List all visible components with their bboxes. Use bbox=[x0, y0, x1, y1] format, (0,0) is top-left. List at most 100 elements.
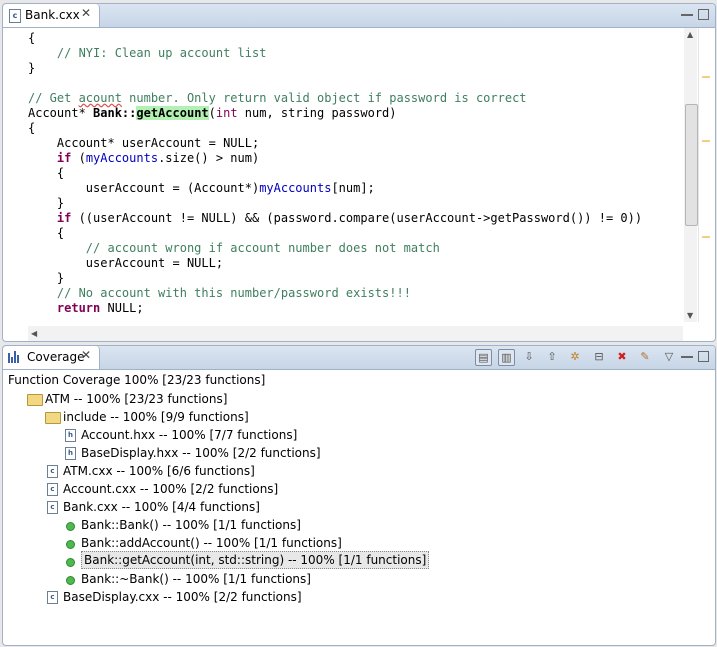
code-token: ( bbox=[208, 106, 216, 120]
coverage-tab-bar: Coverage ✕ ▤ ▥ ⇩ ⇧ ✲ ⊟ ✖ ✎ ▽ bbox=[3, 346, 715, 370]
scroll-down-icon[interactable]: ▼ bbox=[687, 311, 693, 320]
code-line[interactable]: if ((userAccount != NULL) && (password.c… bbox=[28, 211, 678, 226]
coverage-view: Coverage ✕ ▤ ▥ ⇩ ⇧ ✲ ⊟ ✖ ✎ ▽ Function Coverage 1… bbox=[2, 345, 716, 646]
tree-item-label: Bank::~Bank() -- 100% [1/1 functions] bbox=[81, 572, 311, 586]
function-covered-icon bbox=[66, 522, 75, 531]
code-token: return bbox=[56, 301, 101, 315]
tree-item-label: Account.hxx -- 100% [7/7 functions] bbox=[81, 428, 298, 442]
code-token: { bbox=[28, 121, 36, 135]
editor-view: c Bank.cxx ✕ { // NYI: Clean up account … bbox=[2, 3, 716, 342]
code-line[interactable]: { bbox=[28, 226, 678, 241]
code-editor[interactable]: { // NYI: Clean up account list} // Get a… bbox=[28, 31, 678, 321]
next-button[interactable]: ⇩ bbox=[521, 349, 537, 365]
code-line[interactable]: userAccount = (Account*)myAccounts[num]; bbox=[28, 181, 678, 196]
maximize-icon[interactable] bbox=[698, 9, 709, 20]
code-token: ( bbox=[71, 151, 86, 165]
close-icon[interactable]: ✕ bbox=[81, 348, 91, 362]
show-lines-button[interactable]: ▥ bbox=[498, 349, 515, 366]
code-line[interactable]: // Get acount number. Only return valid … bbox=[28, 91, 678, 106]
function-covered-icon bbox=[66, 558, 75, 567]
code-line[interactable]: { bbox=[28, 31, 678, 46]
code-token: if bbox=[56, 151, 72, 165]
settings-button[interactable]: ✲ bbox=[567, 349, 583, 365]
editor-tab-bar: c Bank.cxx ✕ bbox=[3, 4, 715, 28]
tab-coverage[interactable]: Coverage ✕ bbox=[3, 346, 100, 369]
horizontal-scrollbar[interactable]: ◀ bbox=[28, 326, 683, 341]
header-file-icon: h bbox=[65, 447, 76, 460]
code-token: { bbox=[28, 166, 65, 180]
code-token: if bbox=[56, 211, 72, 225]
overview-mark[interactable] bbox=[702, 76, 710, 78]
minimize-icon[interactable] bbox=[681, 9, 693, 16]
overview-mark[interactable] bbox=[702, 140, 710, 142]
editor-tab-label: Bank.cxx bbox=[25, 8, 80, 22]
code-line[interactable]: return NULL; bbox=[28, 301, 678, 316]
code-line[interactable]: userAccount = NULL; bbox=[28, 256, 678, 271]
tree-item-label: Bank::addAccount() -- 100% [1/1 function… bbox=[81, 536, 342, 550]
tree-item-label: BaseDisplay.cxx -- 100% [2/2 functions] bbox=[63, 590, 302, 604]
coverage-tab-label: Coverage bbox=[27, 350, 85, 364]
pin-button[interactable]: ✎ bbox=[637, 349, 653, 365]
code-line[interactable]: // NYI: Clean up account list bbox=[28, 46, 678, 61]
coverage-summary: Function Coverage 100% [23/23 functions] bbox=[8, 373, 266, 387]
code-line[interactable]: if (myAccounts.size() > num) bbox=[28, 151, 678, 166]
code-line[interactable]: } bbox=[28, 271, 678, 286]
scroll-thumb[interactable] bbox=[685, 104, 698, 226]
code-line[interactable]: Account* Bank::getAccount(int num, strin… bbox=[28, 106, 678, 121]
c-file-icon: c bbox=[47, 465, 58, 478]
overview-mark[interactable] bbox=[702, 236, 710, 238]
coverage-chart-icon bbox=[8, 351, 22, 363]
code-token: // NYI: Clean up account list bbox=[56, 46, 267, 60]
code-token: .size() > num) bbox=[158, 151, 260, 165]
c-file-icon: c bbox=[47, 591, 58, 604]
function-covered-icon bbox=[66, 540, 75, 549]
overview-ruler[interactable] bbox=[698, 28, 713, 322]
tree-item-label: include -- 100% [9/9 functions] bbox=[63, 410, 249, 424]
folder-icon bbox=[27, 394, 43, 406]
code-token: myAccounts bbox=[259, 181, 332, 195]
code-token: Account* bbox=[28, 106, 94, 120]
maximize-icon[interactable] bbox=[698, 351, 709, 362]
minimize-icon[interactable] bbox=[681, 351, 693, 358]
tree-item-label: Bank::getAccount(int, std::string) -- 10… bbox=[81, 551, 430, 569]
code-token: Bank:: bbox=[93, 106, 137, 120]
code-token: // Get bbox=[28, 91, 79, 105]
code-token: { bbox=[28, 226, 65, 240]
code-token: } bbox=[28, 271, 65, 285]
folder-icon bbox=[45, 412, 61, 424]
code-token: Account* userAccount = NULL; bbox=[28, 136, 260, 150]
code-token: num, string password) bbox=[237, 106, 397, 120]
close-icon[interactable]: ✕ bbox=[81, 6, 91, 20]
scroll-up-icon[interactable]: ▲ bbox=[687, 30, 693, 39]
code-token: } bbox=[28, 196, 65, 210]
c-file-icon: c bbox=[47, 501, 58, 514]
code-line[interactable]: { bbox=[28, 121, 678, 136]
tree-item-label: Bank::Bank() -- 100% [1/1 functions] bbox=[81, 518, 301, 532]
code-line[interactable]: // account wrong if account number does … bbox=[28, 241, 678, 256]
remove-button[interactable]: ✖ bbox=[614, 349, 630, 365]
code-token: { bbox=[28, 31, 36, 45]
scroll-left-icon[interactable]: ◀ bbox=[31, 329, 37, 338]
editor-tab-bank-cxx[interactable]: c Bank.cxx ✕ bbox=[3, 4, 100, 27]
code-line[interactable]: } bbox=[28, 61, 678, 76]
show-functions-button[interactable]: ▤ bbox=[475, 349, 492, 366]
code-line[interactable]: // No account with this number/password … bbox=[28, 286, 678, 301]
view-menu-button[interactable]: ▽ bbox=[661, 349, 677, 365]
collapse-all-button[interactable]: ⊟ bbox=[591, 349, 607, 365]
code-line[interactable]: } bbox=[28, 196, 678, 211]
code-token: // No account with this number/password … bbox=[56, 286, 411, 300]
code-token: } bbox=[28, 61, 36, 75]
code-line[interactable]: { bbox=[28, 166, 678, 181]
vertical-scrollbar[interactable]: ▲ ▼ bbox=[684, 28, 698, 322]
function-covered-icon bbox=[66, 576, 75, 585]
code-line[interactable]: Account* userAccount = NULL; bbox=[28, 136, 678, 151]
code-line[interactable] bbox=[28, 76, 678, 91]
header-file-icon: h bbox=[65, 429, 76, 442]
previous-button[interactable]: ⇧ bbox=[544, 349, 560, 365]
code-token: NULL; bbox=[100, 301, 144, 315]
